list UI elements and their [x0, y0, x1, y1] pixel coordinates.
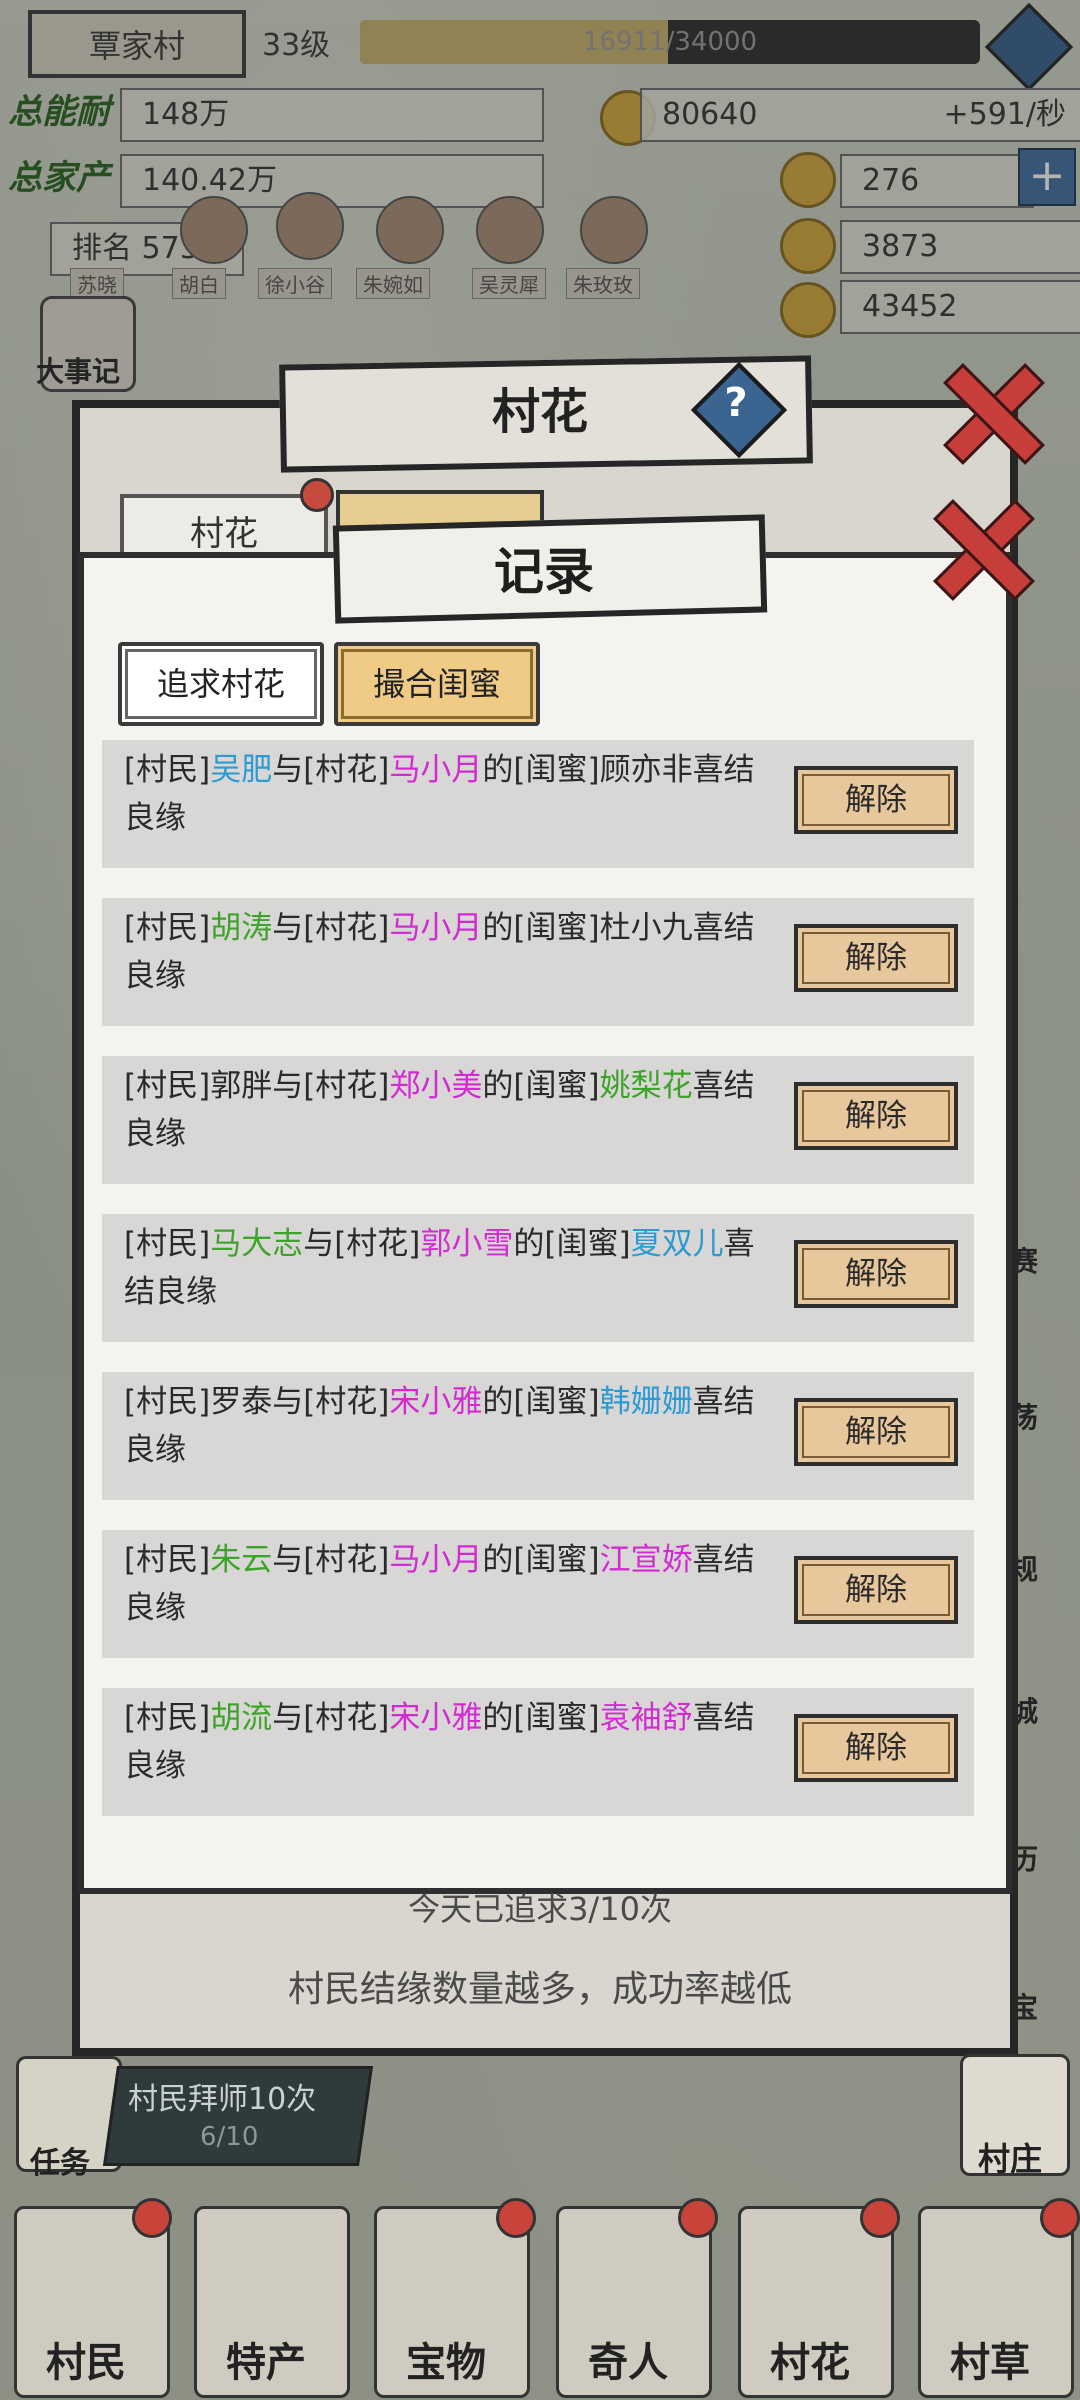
- release-button[interactable]: 解除: [794, 1714, 958, 1782]
- record-row: [村民]郭胖与[村花]郑小美的[闺蜜]姚梨花喜结良缘 解除: [102, 1056, 974, 1184]
- nav-label-villagers: 村民: [46, 2340, 126, 2386]
- record-connector: 与[村花]: [303, 1226, 421, 1262]
- friend-name: 韩姗姗: [599, 1384, 693, 1420]
- record-prefix: [村民]: [124, 1700, 211, 1736]
- tab-pursue-flower[interactable]: 追求村花: [118, 642, 324, 726]
- record-row: [村民]胡涛与[村花]马小月的[闺蜜]杜小九喜结良缘 解除: [102, 898, 974, 1026]
- flower-name: 郭小雪: [420, 1226, 514, 1262]
- record-text: [村民]胡流与[村花]宋小雅的[闺蜜]袁袖舒喜结良缘: [124, 1694, 764, 1790]
- record-prefix: [村民]: [124, 910, 211, 946]
- flower-name: 郑小美: [389, 1068, 483, 1104]
- nav-label-treasures: 宝物: [406, 2340, 486, 2386]
- friend-name: 夏双儿: [630, 1226, 724, 1262]
- record-connector: 的[闺蜜]: [513, 1226, 631, 1262]
- nav-label-specialties: 特产: [226, 2340, 306, 2386]
- villager-name: 马大志: [210, 1226, 304, 1262]
- record-text: [村民]罗泰与[村花]宋小雅的[闺蜜]韩姗姗喜结良缘: [124, 1378, 764, 1474]
- notification-dot: [496, 2198, 536, 2238]
- record-prefix: [村民]: [124, 1384, 211, 1420]
- release-button[interactable]: 解除: [794, 1398, 958, 1466]
- notification-dot: [860, 2198, 900, 2238]
- task-title: 村民拜师10次: [128, 2082, 317, 2117]
- records-title: 记录: [494, 543, 594, 601]
- record-prefix: [村民]: [124, 1226, 211, 1262]
- record-connector: 的[闺蜜]: [482, 1542, 600, 1578]
- villager-name: 吴肥: [210, 752, 273, 788]
- record-connector: 的[闺蜜]: [482, 910, 600, 946]
- record-text: [村民]吴肥与[村花]马小月的[闺蜜]顾亦非喜结良缘: [124, 746, 764, 842]
- tip-text: 村民结缘数量越多，成功率越低: [287, 1969, 792, 2010]
- task-label: 任务: [30, 2146, 90, 2181]
- flower-name: 马小月: [389, 910, 483, 946]
- close-records-icon[interactable]: [930, 496, 1030, 596]
- friend-name: 江宣娇: [599, 1542, 693, 1578]
- record-row: [村民]马大志与[村花]郭小雪的[闺蜜]夏双儿喜结良缘 解除: [102, 1214, 974, 1342]
- notification-dot: [300, 478, 334, 512]
- release-button[interactable]: 解除: [794, 766, 958, 834]
- friend-name: 顾亦非: [599, 752, 693, 788]
- villager-name: 罗泰: [210, 1384, 273, 1420]
- nav-label-village-grass: 村草: [950, 2340, 1030, 2386]
- record-text: [村民]朱云与[村花]马小月的[闺蜜]江宣娇喜结良缘: [124, 1536, 764, 1632]
- record-row: [村民]吴肥与[村花]马小月的[闺蜜]顾亦非喜结良缘 解除: [102, 740, 974, 868]
- record-text: [村民]马大志与[村花]郭小雪的[闺蜜]夏双儿喜结良缘: [124, 1220, 764, 1316]
- release-button[interactable]: 解除: [794, 924, 958, 992]
- record-connector: 与[村花]: [272, 1700, 390, 1736]
- friend-name: 袁袖舒: [599, 1700, 693, 1736]
- release-button[interactable]: 解除: [794, 1556, 958, 1624]
- task-progress: 6/10: [200, 2122, 259, 2152]
- record-connector: 与[村花]: [272, 1384, 390, 1420]
- record-text: [村民]胡涛与[村花]马小月的[闺蜜]杜小九喜结良缘: [124, 904, 764, 1000]
- villager-name: 郭胖: [210, 1068, 273, 1104]
- villager-name: 胡流: [210, 1700, 273, 1736]
- record-prefix: [村民]: [124, 752, 211, 788]
- pursue-count-text: 今天已追求3/10次: [408, 1890, 672, 1928]
- record-connector: 的[闺蜜]: [482, 1068, 600, 1104]
- record-row: [村民]朱云与[村花]马小月的[闺蜜]江宣娇喜结良缘 解除: [102, 1530, 974, 1658]
- nav-label-strangers: 奇人: [588, 2340, 668, 2386]
- flower-name: 马小月: [389, 1542, 483, 1578]
- record-connector: 的[闺蜜]: [482, 752, 600, 788]
- record-prefix: [村民]: [124, 1542, 211, 1578]
- flower-name: 宋小雅: [389, 1384, 483, 1420]
- record-connector: 的[闺蜜]: [482, 1700, 600, 1736]
- record-row: [村民]胡流与[村花]宋小雅的[闺蜜]袁袖舒喜结良缘 解除: [102, 1688, 974, 1816]
- village-label: 村庄: [978, 2140, 1043, 2178]
- close-village-flower-icon[interactable]: [940, 360, 1040, 460]
- record-connector: 与[村花]: [272, 910, 390, 946]
- nav-label-village-flower: 村花: [770, 2340, 850, 2386]
- release-button[interactable]: 解除: [794, 1082, 958, 1150]
- flower-name: 马小月: [389, 752, 483, 788]
- release-button[interactable]: 解除: [794, 1240, 958, 1308]
- record-connector: 与[村花]: [272, 1068, 390, 1104]
- tab-match-friend[interactable]: 撮合闺蜜: [334, 642, 540, 726]
- record-connector: 的[闺蜜]: [482, 1384, 600, 1420]
- record-connector: 与[村花]: [272, 1542, 390, 1578]
- friend-name: 杜小九: [599, 910, 693, 946]
- friend-name: 姚梨花: [599, 1068, 693, 1104]
- record-connector: 与[村花]: [272, 752, 390, 788]
- villager-name: 胡涛: [210, 910, 273, 946]
- help-glyph: ?: [724, 380, 748, 426]
- villager-name: 朱云: [210, 1542, 273, 1578]
- notification-dot: [132, 2198, 172, 2238]
- record-text: [村民]郭胖与[村花]郑小美的[闺蜜]姚梨花喜结良缘: [124, 1062, 764, 1158]
- notification-dot: [678, 2198, 718, 2238]
- flower-name: 宋小雅: [389, 1700, 483, 1736]
- notification-dot: [1040, 2198, 1080, 2238]
- record-prefix: [村民]: [124, 1068, 211, 1104]
- record-row: [村民]罗泰与[村花]宋小雅的[闺蜜]韩姗姗喜结良缘 解除: [102, 1372, 974, 1500]
